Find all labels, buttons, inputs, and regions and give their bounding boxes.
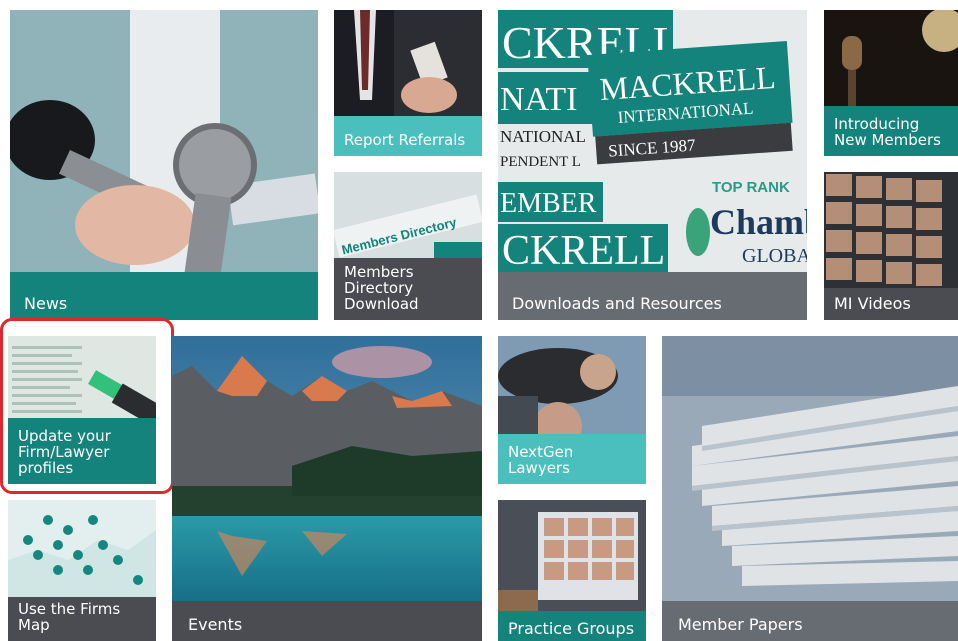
report-referrals-label: Report Referrals <box>334 116 482 156</box>
practice-groups-label: Practice Groups <box>498 611 646 641</box>
nextgen-label: NextGen Lawyers <box>498 434 646 484</box>
tile-events[interactable]: Events <box>172 336 482 641</box>
tile-news[interactable]: News <box>10 10 318 320</box>
tile-downloads[interactable]: CKRELL NATI MACKRELL INTERNATIONAL SINCE… <box>498 10 807 320</box>
banner-bottom-text: CKRELL <box>502 228 665 274</box>
banner-left-text: NATI <box>500 81 577 118</box>
tile-members-directory[interactable]: Members Directory Members Directory Down… <box>334 172 482 320</box>
global-text: GLOBA <box>742 245 807 267</box>
member-papers-image <box>662 336 958 641</box>
tile-firms-map[interactable]: Use the Firms Map <box>8 500 156 641</box>
downloads-label: Downloads and Resources <box>498 272 807 320</box>
tile-practice-groups[interactable]: Practice Groups <box>498 500 646 641</box>
tile-member-papers[interactable]: Member Papers <box>662 336 958 641</box>
member-papers-label: Member Papers <box>662 601 958 641</box>
events-image <box>172 336 482 641</box>
tile-update-profiles[interactable]: Update your Firm/Lawyer profiles <box>8 336 156 484</box>
firms-map-label: Use the Firms Map <box>8 597 156 641</box>
update-profiles-label: Update your Firm/Lawyer profiles <box>8 418 156 484</box>
chambers-text: Chamb <box>710 202 807 242</box>
tile-report-referrals[interactable]: Report Referrals <box>334 10 482 156</box>
news-label: News <box>10 272 318 320</box>
top-rank-text: TOP RANK <box>712 179 790 196</box>
tile-mi-videos[interactable]: MI Videos <box>824 172 958 320</box>
members-directory-label: Members Directory Download <box>334 258 482 320</box>
events-label: Events <box>172 601 482 641</box>
introducing-label: Introducing New Members <box>824 106 958 156</box>
independent-text: PENDENT L <box>500 154 581 170</box>
member-text: EMBER <box>500 188 597 219</box>
tile-introducing-new-members[interactable]: Introducing New Members <box>824 10 958 156</box>
mi-videos-label: MI Videos <box>824 288 958 320</box>
national-text: NATIONAL <box>500 127 586 146</box>
tile-nextgen-lawyers[interactable]: NextGen Lawyers <box>498 336 646 484</box>
